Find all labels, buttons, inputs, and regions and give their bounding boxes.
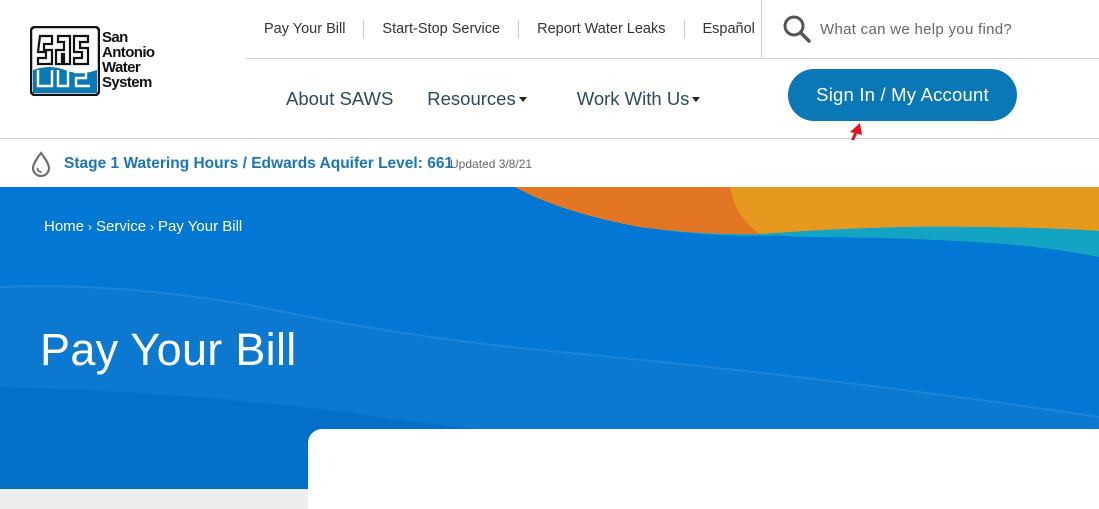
search-bar: [761, 0, 1099, 59]
utility-link-report-leaks[interactable]: Report Water Leaks: [518, 20, 683, 38]
alert-separator: /: [242, 155, 247, 172]
logo-line: Water: [102, 59, 141, 76]
main-nav: About SAWS Resources Work With Us: [286, 88, 701, 110]
search-input[interactable]: [820, 14, 1080, 44]
alert-updated-date: Updated 3/8/21: [450, 157, 533, 171]
saws-logo[interactable]: San Antonio Water System: [30, 26, 160, 98]
breadcrumb-separator: ›: [88, 220, 93, 234]
breadcrumb-home[interactable]: Home: [44, 218, 84, 235]
breadcrumb-service[interactable]: Service: [96, 218, 146, 235]
nav-label: Resources: [427, 88, 516, 109]
logo-line: Antonio: [102, 44, 155, 61]
sign-in-button[interactable]: Sign In / My Account: [788, 69, 1017, 121]
chevron-down-icon: [518, 96, 527, 102]
utility-link-espanol[interactable]: Español: [683, 20, 773, 38]
nav-resources[interactable]: Resources: [427, 88, 527, 110]
utility-divider: [246, 58, 761, 59]
logo-line: San: [102, 29, 128, 46]
utility-nav: Pay Your Bill Start-Stop Service Report …: [246, 16, 773, 42]
water-drop-icon: [31, 151, 51, 177]
utility-link-pay-bill[interactable]: Pay Your Bill: [246, 20, 363, 38]
site-header: San Antonio Water System Pay Your Bill S…: [0, 0, 1099, 139]
saws-logo-icon: [30, 26, 100, 96]
breadcrumb: Home › Service › Pay Your Bill: [44, 218, 242, 235]
nav-about-saws[interactable]: About SAWS: [286, 88, 393, 110]
nav-label: Work With Us: [576, 88, 690, 109]
nav-work-with-us[interactable]: Work With Us: [577, 88, 701, 110]
chevron-down-icon: [692, 96, 701, 102]
content-card: [308, 429, 1099, 509]
breadcrumb-separator: ›: [150, 220, 155, 234]
logo-wordmark: San Antonio Water System: [102, 29, 155, 91]
logo-line: System: [102, 74, 152, 91]
sidebar-background: [0, 489, 320, 509]
nav-label: About SAWS: [286, 88, 394, 109]
alert-message: Stage 1 Watering Hours / Edwards Aquifer…: [64, 155, 453, 173]
search-icon[interactable]: [782, 14, 812, 44]
breadcrumb-current: Pay Your Bill: [158, 218, 243, 235]
page-hero: Home › Service › Pay Your Bill Pay Your Bill: [0, 187, 1099, 509]
watering-hours-link[interactable]: Stage 1 Watering Hours: [64, 155, 238, 172]
alert-bar: Stage 1 Watering Hours / Edwards Aquifer…: [0, 140, 1099, 187]
aquifer-level-link[interactable]: Edwards Aquifer Level: 661: [251, 155, 453, 172]
utility-link-start-stop[interactable]: Start-Stop Service: [363, 20, 518, 38]
page-title: Pay Your Bill: [40, 324, 297, 375]
